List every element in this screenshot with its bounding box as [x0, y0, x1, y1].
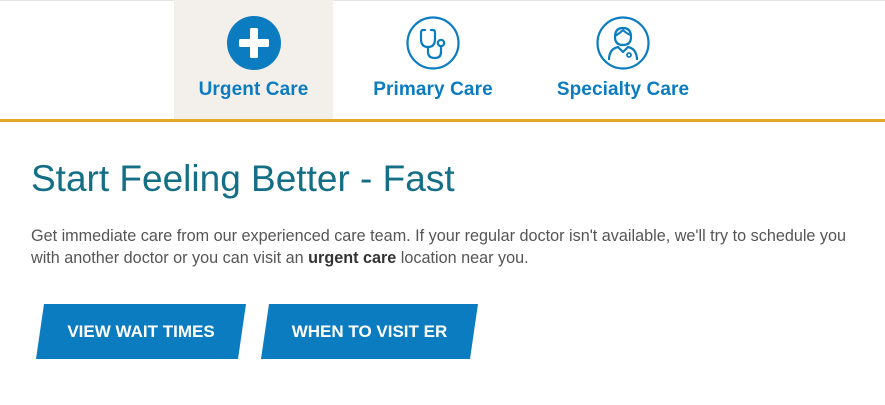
care-type-tabs: Urgent Care Primary Care Specialty Care — [0, 0, 885, 120]
plus-circle-icon — [226, 16, 281, 70]
urgent-care-emphasis: urgent care — [308, 249, 397, 267]
tab-urgent-care[interactable]: Urgent Care — [174, 0, 333, 120]
intro-text-end: location near you. — [396, 249, 529, 267]
tab-divider — [0, 119, 885, 122]
stethoscope-icon — [406, 16, 460, 70]
page-heading: Start Feeling Better - Fast — [31, 158, 455, 199]
when-to-visit-er-button[interactable]: WHEN TO VISIT ER — [261, 304, 478, 359]
button-label: VIEW WAIT TIMES — [67, 321, 215, 341]
view-wait-times-button[interactable]: VIEW WAIT TIMES — [36, 304, 246, 359]
intro-paragraph: Get immediate care from our experienced … — [31, 225, 861, 269]
button-label: WHEN TO VISIT ER — [291, 321, 448, 341]
doctor-icon — [596, 16, 650, 70]
tab-primary-care[interactable]: Primary Care — [353, 0, 513, 120]
tab-label: Primary Care — [373, 79, 493, 100]
tab-label: Urgent Care — [198, 79, 309, 100]
tab-specialty-care[interactable]: Specialty Care — [543, 0, 703, 120]
tab-label: Specialty Care — [556, 79, 690, 100]
